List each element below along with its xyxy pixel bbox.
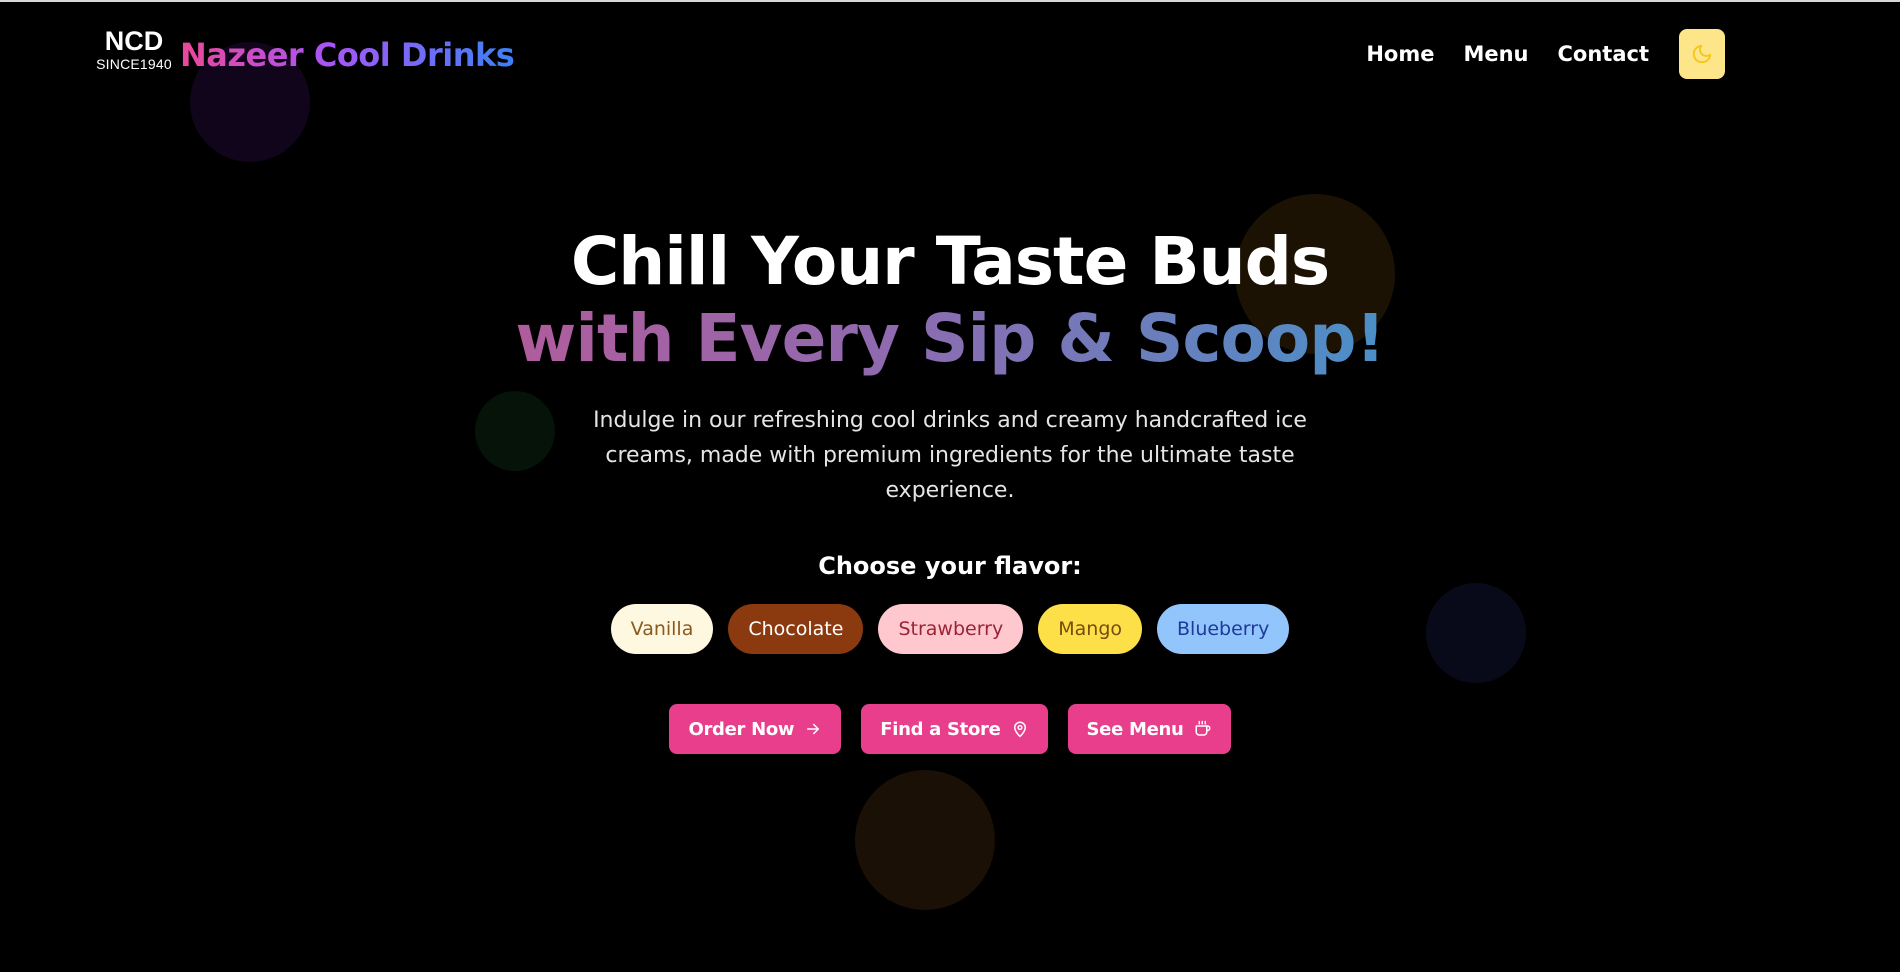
flavor-chip-strawberry[interactable]: Strawberry	[878, 604, 1024, 654]
hero-title-line1: Chill Your Taste Buds	[570, 223, 1330, 300]
map-pin-icon	[1013, 721, 1026, 738]
nav-contact[interactable]: Contact	[1558, 29, 1650, 79]
hero-subtitle: Indulge in our refreshing cool drinks an…	[593, 408, 1307, 503]
theme-toggle-button[interactable]	[1679, 29, 1725, 79]
hero-title-line2: with Every Sip & Scoop!	[0, 299, 1900, 379]
main-nav: Home Menu Contact	[1337, 29, 1725, 79]
nav-menu[interactable]: Menu	[1463, 29, 1528, 79]
logo[interactable]: NCD SINCE1940	[95, 26, 173, 72]
arrow-right-icon	[807, 723, 820, 735]
order-now-label: Order Now	[688, 718, 795, 740]
hero-title-gradient-text: with Every Sip & Scoop!	[515, 300, 1385, 377]
decor-circle	[855, 770, 995, 910]
action-buttons: Order Now Find a Store See Menu	[0, 704, 1900, 754]
nav-home[interactable]: Home	[1366, 29, 1434, 79]
decor-circle	[475, 391, 555, 471]
flavor-chip-blueberry[interactable]: Blueberry	[1157, 604, 1290, 654]
logo-short: NCD	[104, 26, 164, 56]
logo-since: SINCE1940	[96, 56, 172, 72]
moon-icon	[1692, 44, 1712, 64]
flavor-chips: Vanilla Chocolate Strawberry Mango Blueb…	[0, 604, 1900, 654]
brand-name[interactable]: Nazeer Cool Drinks	[180, 32, 515, 78]
see-menu-button[interactable]: See Menu	[1067, 704, 1231, 754]
flavor-label: Choose your flavor:	[818, 552, 1082, 580]
order-now-button[interactable]: Order Now	[669, 704, 842, 754]
flavor-chip-chocolate[interactable]: Chocolate	[728, 604, 864, 654]
flavor-chip-mango[interactable]: Mango	[1038, 604, 1142, 654]
find-store-label: Find a Store	[880, 718, 1001, 740]
find-store-button[interactable]: Find a Store	[861, 704, 1048, 754]
site-header: NCD SINCE1940 Nazeer Cool Drinks Home Me…	[0, 2, 1900, 106]
coffee-cup-icon	[1195, 720, 1210, 736]
flavor-chip-vanilla[interactable]: Vanilla	[610, 604, 714, 654]
see-menu-label: See Menu	[1086, 718, 1184, 740]
